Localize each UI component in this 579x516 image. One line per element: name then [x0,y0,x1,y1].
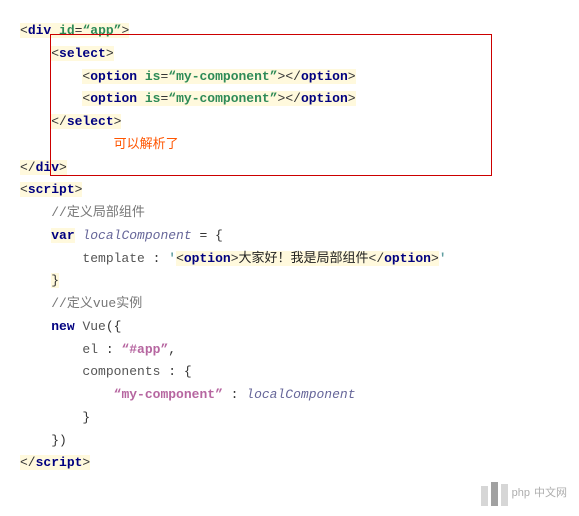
code-line: <script> [20,179,559,202]
code-line: </select> [20,111,559,134]
code-line: <select> [20,43,559,66]
code-line: “my-component” : localComponent [20,384,559,407]
watermark-text-php: php [512,484,530,503]
code-line: <div id=“app”> [20,20,559,43]
code-line: //定义vue实例 [20,293,559,316]
code-line: //定义局部组件 [20,202,559,225]
code-line: el : “#app”, [20,339,559,362]
code-line: </div> [20,157,559,180]
watermark-text-cn: 中文网 [534,484,567,503]
code-line: } [20,270,559,293]
code-line: <option is=“my-component”></option> [20,66,559,89]
code-line: new Vue({ [20,316,559,339]
code-line: </script> [20,452,559,475]
code-line: <option is=“my-component”></option> [20,88,559,111]
code-line: var localComponent = { [20,225,559,248]
watermark-bars-icon [481,482,508,506]
code-line: components : { [20,361,559,384]
annotation-text: 可以解析了 [20,134,559,157]
watermark: php 中文网 [481,482,567,506]
code-line: template : '<option>大家好！我是局部组件</option>' [20,248,559,271]
code-line: } [20,407,559,430]
code-line: }) [20,430,559,453]
